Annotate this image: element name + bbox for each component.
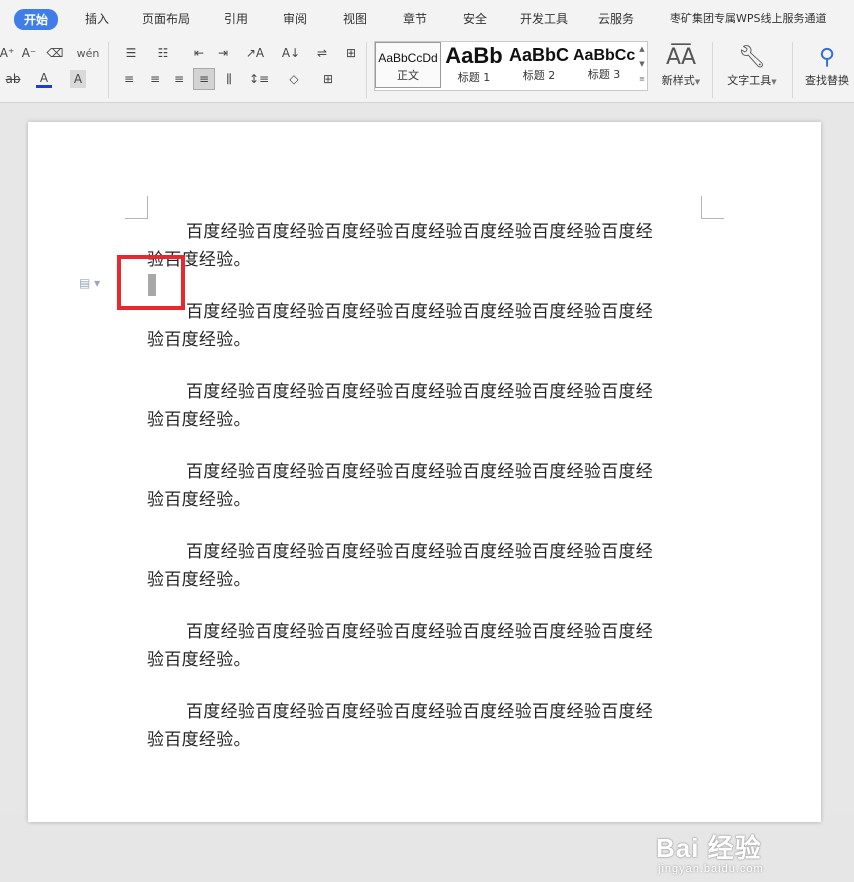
font-color-icon[interactable]: A [36,70,52,88]
paragraph[interactable]: 百度经验百度经验百度经验百度经验百度经验百度经验百度经 验百度经验。 [147,458,707,514]
style-heading-3[interactable]: AaBbCc 标题 3 [573,42,635,88]
paragraph-line: 验百度经验。 [147,730,251,750]
paragraph-line: 验百度经验。 [147,650,251,670]
new-style-button[interactable]: A͞A 新样式▼ [654,44,708,88]
align-left-icon[interactable]: ≡ [120,70,138,88]
tab-section[interactable]: 章节 [403,10,427,27]
toolbar-separator [108,42,109,98]
paragraph-line: 验百度经验。 [147,410,251,430]
style-normal-label: 正文 [397,69,419,82]
font-grow-icon[interactable]: A⁺ [0,44,14,62]
paragraph-line: 百度经验百度经验百度经验百度经验百度经验百度经验百度经 [186,222,654,242]
tab-references[interactable]: 引用 [224,10,248,27]
font-shrink-icon[interactable]: A⁻ [20,44,38,62]
tab-view[interactable]: 视图 [343,10,367,27]
line-spacing-icon[interactable]: ↕≡ [246,70,272,88]
table-borders-icon[interactable]: ⊞ [342,44,360,62]
text-direction-icon[interactable]: ↗A [242,44,268,62]
increase-indent-icon[interactable]: ⇥ [214,44,232,62]
new-style-icon: A͞A [665,45,697,70]
paragraph-line: 验百度经验。 [147,490,251,510]
tab-insert[interactable]: 插入 [85,10,109,27]
tab-service-channel[interactable]: 枣矿集团专属WPS线上服务通道 [670,10,827,26]
style-gallery: AaBbCcDd 正文 AaBb 标题 1 AaBbC 标题 2 AaBbCc … [374,41,648,91]
style-heading-3-sample: AaBbCc [573,47,635,64]
toolbar-separator [792,42,793,98]
watermark-url: jingyan.baidu.com [658,863,764,875]
tab-page-layout[interactable]: 页面布局 [142,10,190,27]
phonetic-guide-icon[interactable]: wén [74,44,102,62]
shading-fill-icon[interactable]: ◇ [282,70,306,88]
paragraph[interactable]: 百度经验百度经验百度经验百度经验百度经验百度经验百度经 验百度经验。 [147,218,707,274]
show-hide-marks-icon[interactable]: ⇌ [310,44,334,62]
paragraph-line: 验百度经验。 [147,250,251,270]
style-heading-2[interactable]: AaBbC 标题 2 [507,42,571,88]
numbered-list-icon[interactable]: ☷ [152,44,174,62]
align-center-icon[interactable]: ≡ [146,70,164,88]
baidu-jingyan-watermark: Bai 经验 jingyan.baidu.com [656,828,816,882]
paragraph-line: 验百度经验。 [147,570,251,590]
style-heading-1-label: 标题 1 [457,71,491,84]
style-gallery-scroll[interactable]: ▲ ▼ ≡ [637,42,647,88]
text-tools-button[interactable]: 🔧︎ 文字工具▼ [720,44,784,88]
bullet-list-icon[interactable]: ☰ [120,44,142,62]
toolbar-separator [712,42,713,98]
search-icon: ⚲ [818,45,836,70]
margin-corner-top-left [125,196,148,219]
align-right-icon[interactable]: ≡ [170,70,188,88]
paragraph-line: 验百度经验。 [147,330,251,350]
toolbar-separator [366,42,367,98]
justify-icon[interactable]: ≡ [193,68,215,90]
paragraph-line: 百度经验百度经验百度经验百度经验百度经验百度经验百度经 [186,542,654,562]
character-shading-icon[interactable]: A [70,70,86,88]
style-normal[interactable]: AaBbCcDd 正文 [375,42,441,88]
ribbon-tab-bar: 开始 插入 页面布局 引用 审阅 视图 章节 安全 开发工具 云服务 枣矿集团专… [0,0,854,38]
tab-review[interactable]: 审阅 [283,10,307,27]
paragraph[interactable]: 百度经验百度经验百度经验百度经验百度经验百度经验百度经 验百度经验。 [147,538,707,594]
ribbon-toolbar: A⁺ A⁻ ⌫ wén ab A A ☰ ☷ ⇤ ⇥ ↗A A↓ ⇌ ⊞ ≡ ≡… [0,38,854,103]
new-style-label: 新样式 [661,74,695,87]
decrease-indent-icon[interactable]: ⇤ [190,44,208,62]
paragraph-line: 百度经验百度经验百度经验百度经验百度经验百度经验百度经 [186,382,654,402]
style-normal-sample: AaBbCcDd [378,51,438,65]
paragraph[interactable]: 百度经验百度经验百度经验百度经验百度经验百度经验百度经 验百度经验。 [147,618,707,674]
distributed-align-icon[interactable]: ⫼ [220,70,238,88]
style-heading-1[interactable]: AaBb 标题 1 [443,42,505,88]
sort-icon[interactable]: A↓ [282,44,300,62]
tab-security[interactable]: 安全 [463,10,487,27]
paragraph-line: 百度经验百度经验百度经验百度经验百度经验百度经验百度经 [186,702,654,722]
border-icon[interactable]: ⊞ [316,70,340,88]
style-heading-2-sample: AaBbC [508,45,569,65]
tab-developer[interactable]: 开发工具 [520,10,568,27]
tab-home[interactable]: 开始 [14,9,59,30]
wrench-icon: 🔧︎ [738,45,766,70]
watermark-brand: Bai 经验 [656,833,762,863]
style-heading-1-sample: AaBb [445,43,503,68]
paragraph-line: 百度经验百度经验百度经验百度经验百度经验百度经验百度经 [186,462,654,482]
tab-cloud-service[interactable]: 云服务 [598,10,634,27]
text-tools-label: 文字工具 [727,74,772,87]
clear-format-icon[interactable]: ⌫ [46,44,64,62]
style-heading-2-label: 标题 2 [522,69,556,82]
strikethrough-icon[interactable]: ab [2,70,24,88]
paragraph-line: 百度经验百度经验百度经验百度经验百度经验百度经验百度经 [186,302,654,322]
find-replace-label: 查找替换 [805,74,849,87]
annotation-highlight-box [117,255,185,310]
paragraph-line: 百度经验百度经验百度经验百度经验百度经验百度经验百度经 [186,622,654,642]
document-canvas[interactable]: ▤ ▾ 百度经验百度经验百度经验百度经验百度经验百度经验百度经 验百度经验。 百… [0,103,854,875]
document-page[interactable]: ▤ ▾ 百度经验百度经验百度经验百度经验百度经验百度经验百度经 验百度经验。 百… [28,122,821,822]
paragraph[interactable]: 百度经验百度经验百度经验百度经验百度经验百度经验百度经 验百度经验。 [147,698,707,754]
paragraph[interactable]: 百度经验百度经验百度经验百度经验百度经验百度经验百度经 验百度经验。 [147,378,707,434]
style-heading-3-label: 标题 3 [587,68,621,81]
paragraph[interactable]: 百度经验百度经验百度经验百度经验百度经验百度经验百度经 验百度经验。 [147,298,707,354]
paragraph-handle-icon[interactable]: ▤ ▾ [79,276,100,290]
margin-corner-top-right [701,196,724,219]
find-replace-button[interactable]: ⚲ 查找替换 [800,44,854,88]
